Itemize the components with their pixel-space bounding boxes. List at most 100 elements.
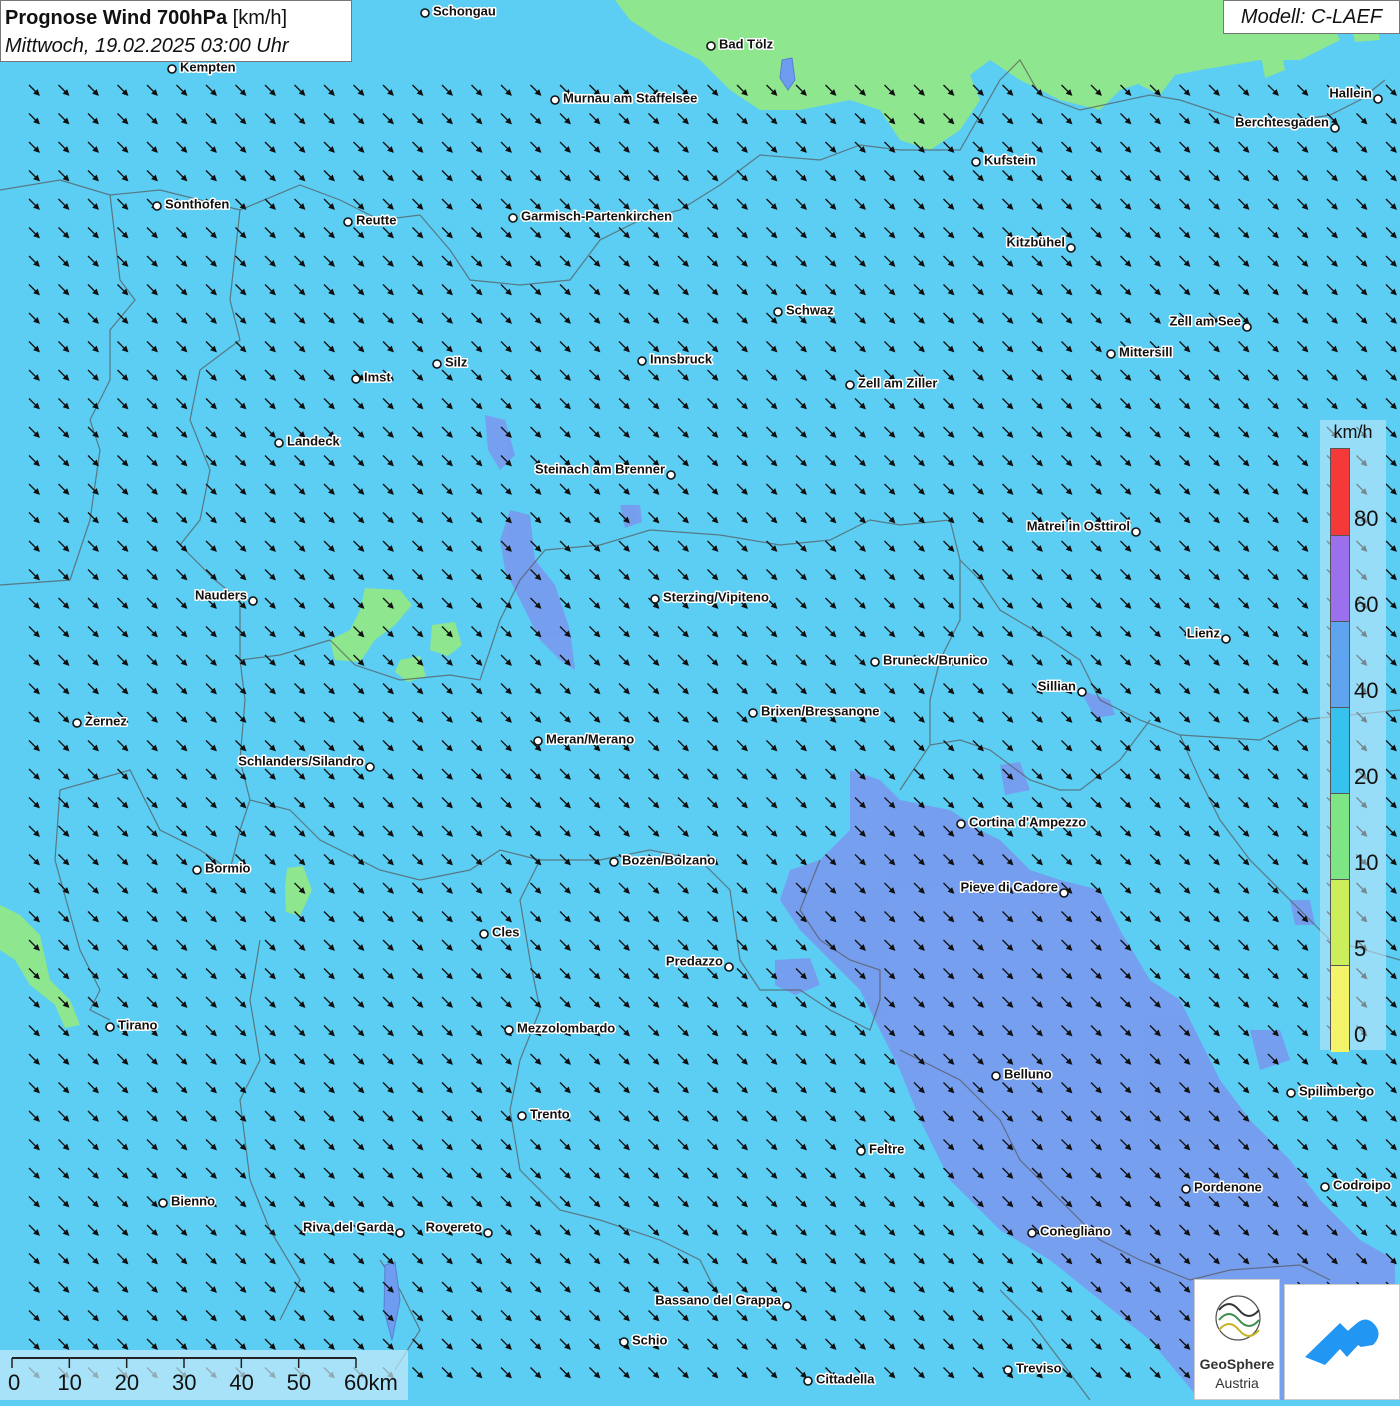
city-label: Schongau xyxy=(433,3,496,18)
city-label: Hallein xyxy=(1329,85,1372,100)
city-dot xyxy=(637,356,647,366)
city-label: Kitzbühel xyxy=(1007,234,1066,249)
legend-label: 10 xyxy=(1354,850,1379,875)
city-label: Bormio xyxy=(205,860,251,875)
city-dot xyxy=(1242,322,1252,332)
city-dot xyxy=(870,657,880,667)
city-marker: Meran/Merano xyxy=(533,730,636,748)
city-label: Feltre xyxy=(869,1141,904,1156)
city-label: Treviso xyxy=(1016,1360,1062,1375)
geosphere-logo[interactable]: GeoSphere Austria xyxy=(1194,1279,1280,1400)
city-dot xyxy=(395,1228,405,1238)
city-label: Sillian xyxy=(1038,678,1076,693)
city-label: Garmisch-Partenkirchen xyxy=(521,208,672,223)
city-label: Matrei in Osttirol xyxy=(1027,518,1130,533)
city-dot xyxy=(971,157,981,167)
city-dot xyxy=(1027,1228,1037,1238)
city-marker: Steinach am Brenner xyxy=(533,460,676,480)
city-label: Riva del Garda xyxy=(303,1219,395,1234)
model-label: Modell: C-LAEF xyxy=(1223,0,1400,34)
city-dot xyxy=(517,1111,527,1121)
legend-color-segment xyxy=(1331,793,1349,880)
city-dot xyxy=(343,217,353,227)
city-dot xyxy=(1320,1182,1330,1192)
city-label: Innsbruck xyxy=(650,351,713,366)
city-dot xyxy=(845,380,855,390)
legend-label: 5 xyxy=(1354,936,1367,961)
city-dot xyxy=(1286,1088,1296,1098)
city-label: Bassano del Grappa xyxy=(655,1292,781,1307)
app-logo[interactable] xyxy=(1284,1284,1400,1400)
city-dot xyxy=(991,1071,1001,1081)
legend-label: 40 xyxy=(1354,678,1379,703)
city-label: Spilimbergo xyxy=(1299,1083,1374,1098)
city-dot xyxy=(1077,687,1087,697)
city-dot xyxy=(274,438,284,448)
city-dot xyxy=(504,1025,514,1035)
city-marker: Bruneck/Brunico xyxy=(870,651,989,669)
city-label: Belluno xyxy=(1004,1066,1052,1081)
city-marker: Kitzbühel xyxy=(1005,233,1076,253)
city-dot xyxy=(609,857,619,867)
city-label: Silz xyxy=(445,354,468,369)
map-title-box: Prognose Wind 700hPa [km/h] Mittwoch, 19… xyxy=(0,0,352,62)
city-label: Schwaz xyxy=(786,302,834,317)
city-label: Cles xyxy=(492,924,519,939)
city-marker: Mezzolombardo xyxy=(504,1019,617,1037)
city-dot xyxy=(706,41,716,51)
city-label: Rovereto xyxy=(426,1219,482,1234)
scale-label: 40 xyxy=(229,1370,254,1395)
city-label: Bruneck/Brunico xyxy=(883,652,988,667)
geosphere-emblem-icon xyxy=(1215,1295,1261,1341)
city-label: Mittersill xyxy=(1119,344,1172,359)
city-label: Kufstein xyxy=(984,152,1036,167)
city-dot xyxy=(351,374,361,384)
city-marker: Murnau am Staffelsee xyxy=(550,89,699,107)
city-marker: Conegliano xyxy=(1027,1222,1112,1240)
city-dot xyxy=(365,762,375,772)
city-label: Pieve di Cadore xyxy=(960,879,1058,894)
city-dot xyxy=(167,64,177,74)
city-dot xyxy=(158,1198,168,1208)
city-dot xyxy=(1131,527,1141,537)
city-marker: Schlanders/Silandro xyxy=(237,752,375,772)
city-label: Reutte xyxy=(356,212,396,227)
city-label: Zernez xyxy=(85,713,127,728)
city-dot xyxy=(619,1337,629,1347)
scale-label: 60km xyxy=(344,1370,398,1395)
city-dot xyxy=(1181,1184,1191,1194)
legend-label: 60 xyxy=(1354,592,1379,617)
city-marker: Garmisch-Partenkirchen xyxy=(508,207,674,225)
city-label: Bozen/Bolzano xyxy=(622,852,715,867)
city-label: Zell am See xyxy=(1169,313,1241,328)
city-label: Tirano xyxy=(118,1017,158,1032)
city-label: Cortina d'Ampezzo xyxy=(969,814,1086,829)
city-marker: Zell am See xyxy=(1168,312,1252,332)
legend-color-segment xyxy=(1331,535,1349,622)
legend-color-segment xyxy=(1331,707,1349,794)
legend-unit: km/h xyxy=(1333,422,1373,442)
city-dot xyxy=(533,736,543,746)
city-dot xyxy=(550,95,560,105)
city-dot xyxy=(483,1228,493,1238)
geosphere-country: Austria xyxy=(1215,1375,1259,1391)
scale-label: 0 xyxy=(8,1370,21,1395)
city-dot xyxy=(248,596,258,606)
city-dot xyxy=(773,307,783,317)
app-cloud-logo-icon xyxy=(1305,1319,1379,1365)
legend-label: 80 xyxy=(1354,506,1379,531)
wind-map: SchongauBad TölzKemptenMurnau am Staffel… xyxy=(0,0,1400,1400)
city-marker: Sterzing/Vipiteno xyxy=(650,588,770,606)
map-title-bold: Prognose Wind 700hPa xyxy=(5,7,228,29)
city-dot xyxy=(1059,888,1069,898)
map-title-unit: [km/h] xyxy=(227,7,288,29)
city-dot xyxy=(1003,1365,1013,1375)
city-label: Steinach am Brenner xyxy=(535,461,665,476)
city-label: Nauders xyxy=(195,587,247,602)
city-dot xyxy=(650,594,660,604)
city-dot xyxy=(856,1146,866,1156)
city-marker: Pordenone xyxy=(1181,1178,1263,1196)
city-dot xyxy=(152,201,162,211)
city-marker: Zell am Ziller xyxy=(845,374,939,392)
city-dot xyxy=(1221,634,1231,644)
